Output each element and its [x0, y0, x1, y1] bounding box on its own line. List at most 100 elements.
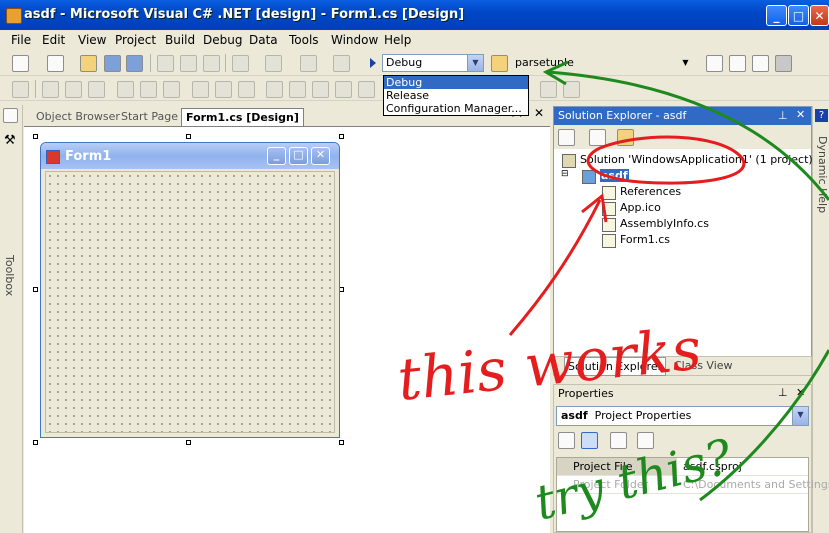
form-close-button[interactable]: ✕ [311, 147, 330, 165]
horizontal-spacing-icon[interactable] [266, 81, 283, 98]
make-same-size-icon[interactable] [238, 81, 255, 98]
start-icon[interactable] [370, 58, 376, 68]
cut-icon[interactable] [157, 55, 174, 72]
make-same-width-icon[interactable] [192, 81, 209, 98]
tools-icon[interactable] [775, 55, 792, 72]
tab-object-browser[interactable]: Object Browser [36, 108, 120, 125]
open-icon[interactable] [80, 55, 97, 72]
align-lefts-icon[interactable] [42, 81, 59, 98]
config-option-debug[interactable]: Debug [384, 76, 528, 89]
chevron-down-icon[interactable]: ▼ [678, 55, 693, 71]
form1-window[interactable]: Form1 _ □ ✕ [40, 142, 340, 438]
navigate-back-icon[interactable] [300, 55, 317, 72]
properties-icon[interactable] [617, 129, 634, 146]
dynamic-help-label[interactable]: Dynamic Help [816, 136, 829, 213]
tab-start-page[interactable]: Start Page [121, 108, 178, 125]
toolbox-hammer-icon[interactable]: ⚒ [4, 133, 16, 148]
selection-handle[interactable] [186, 440, 191, 445]
server-explorer-icon[interactable] [3, 108, 18, 123]
maximize-button[interactable]: □ [788, 5, 809, 26]
selection-handle[interactable] [186, 134, 191, 139]
save-all-icon[interactable] [126, 55, 143, 72]
property-row[interactable]: Project File asdf.csproj [557, 458, 808, 476]
form1-client-area[interactable] [45, 171, 335, 433]
find-in-files-icon[interactable] [491, 55, 508, 72]
send-to-back-icon[interactable] [563, 81, 580, 98]
config-dropdown-list[interactable]: Debug Release Configuration Manager... [383, 75, 529, 116]
show-all-files-icon[interactable] [589, 129, 606, 146]
form1-title-bar[interactable]: Form1 _ □ ✕ [41, 143, 339, 169]
config-option-release[interactable]: Release [384, 89, 528, 102]
tab-form1-design[interactable]: Form1.cs [Design] [181, 108, 304, 126]
menu-help[interactable]: Help [384, 33, 411, 47]
menu-build[interactable]: Build [165, 33, 195, 47]
menu-debug[interactable]: Debug [203, 33, 242, 47]
navigate-forward-icon[interactable] [333, 55, 350, 72]
properties-window-icon[interactable] [729, 55, 746, 72]
chevron-down-icon[interactable]: ▼ [467, 55, 483, 71]
tab-solution-explorer[interactable]: Solution Explorer [564, 357, 667, 376]
close-button[interactable]: ✕ [810, 5, 829, 26]
refresh-icon[interactable] [558, 129, 575, 146]
config-option-manager[interactable]: Configuration Manager... [384, 102, 528, 115]
paste-icon[interactable] [203, 55, 220, 72]
collapse-icon[interactable]: ⊟ [561, 169, 569, 179]
copy-icon[interactable] [180, 55, 197, 72]
selection-handle[interactable] [33, 287, 38, 292]
close-panel-icon[interactable]: ✕ [796, 108, 805, 121]
align-rights-icon[interactable] [88, 81, 105, 98]
redo-icon[interactable] [265, 55, 282, 72]
menu-file[interactable]: File [11, 33, 31, 47]
categorized-icon[interactable] [558, 432, 575, 449]
property-pages-icon[interactable] [637, 432, 654, 449]
dynamic-help-strip[interactable]: ? Dynamic Help [812, 106, 829, 533]
bring-to-front-icon[interactable] [540, 81, 557, 98]
align-to-grid-icon[interactable] [12, 81, 29, 98]
undo-icon[interactable] [232, 55, 249, 72]
selection-handle[interactable] [339, 440, 344, 445]
increase-spacing-icon[interactable] [289, 81, 306, 98]
form-minimize-button[interactable]: _ [267, 147, 286, 165]
minimize-button[interactable]: _ [766, 5, 787, 26]
chevron-down-icon[interactable]: ▼ [792, 407, 808, 425]
align-bottoms-icon[interactable] [163, 81, 180, 98]
object-selector[interactable]: asdf Project Properties ▼ [556, 406, 809, 426]
vertical-spacing-icon[interactable] [358, 81, 375, 98]
solution-config-combo[interactable]: Debug ▼ [382, 54, 484, 72]
align-centers-icon[interactable] [65, 81, 82, 98]
menu-edit[interactable]: Edit [42, 33, 65, 47]
tree-item-app-ico[interactable]: App.ico [620, 201, 661, 214]
selection-handle[interactable] [33, 440, 38, 445]
pin-icon[interactable]: ⊥ [778, 109, 788, 122]
alphabetical-icon[interactable] [581, 432, 598, 449]
tree-item-project[interactable]: asdf [600, 169, 629, 182]
solution-explorer-icon[interactable] [706, 55, 723, 72]
tree-item-assemblyinfo[interactable]: AssemblyInfo.cs [620, 217, 709, 230]
close-panel-icon[interactable]: ✕ [796, 386, 805, 399]
form-maximize-button[interactable]: □ [289, 147, 308, 165]
make-same-height-icon[interactable] [215, 81, 232, 98]
selection-handle[interactable] [33, 134, 38, 139]
tab-class-view[interactable]: Class View [674, 359, 733, 372]
align-tops-icon[interactable] [117, 81, 134, 98]
properties-view-icon[interactable] [610, 432, 627, 449]
decrease-spacing-icon[interactable] [312, 81, 329, 98]
toolbox-label[interactable]: Toolbox [3, 255, 16, 296]
selection-handle[interactable] [339, 134, 344, 139]
menu-window[interactable]: Window [331, 33, 378, 47]
find-combo[interactable]: parsetuple ▼ [511, 54, 694, 72]
pin-icon[interactable]: ⊥ [778, 386, 788, 399]
menu-data[interactable]: Data [249, 33, 278, 47]
save-icon[interactable] [104, 55, 121, 72]
new-project-icon[interactable] [12, 55, 29, 72]
menu-tools[interactable]: Tools [289, 33, 319, 47]
property-row[interactable]: Project Folder C:\Documents and Settings [557, 476, 829, 494]
remove-spacing-icon[interactable] [335, 81, 352, 98]
tree-item-references[interactable]: References [620, 185, 681, 198]
toolbox-strip[interactable]: ⚒ Toolbox [0, 105, 23, 533]
help-icon[interactable]: ? [815, 109, 828, 122]
toolbox-window-icon[interactable] [752, 55, 769, 72]
menu-project[interactable]: Project [115, 33, 156, 47]
tree-item-solution[interactable]: Solution 'WindowsApplication1' (1 projec… [580, 153, 813, 166]
close-document-icon[interactable]: ✕ [534, 106, 544, 120]
